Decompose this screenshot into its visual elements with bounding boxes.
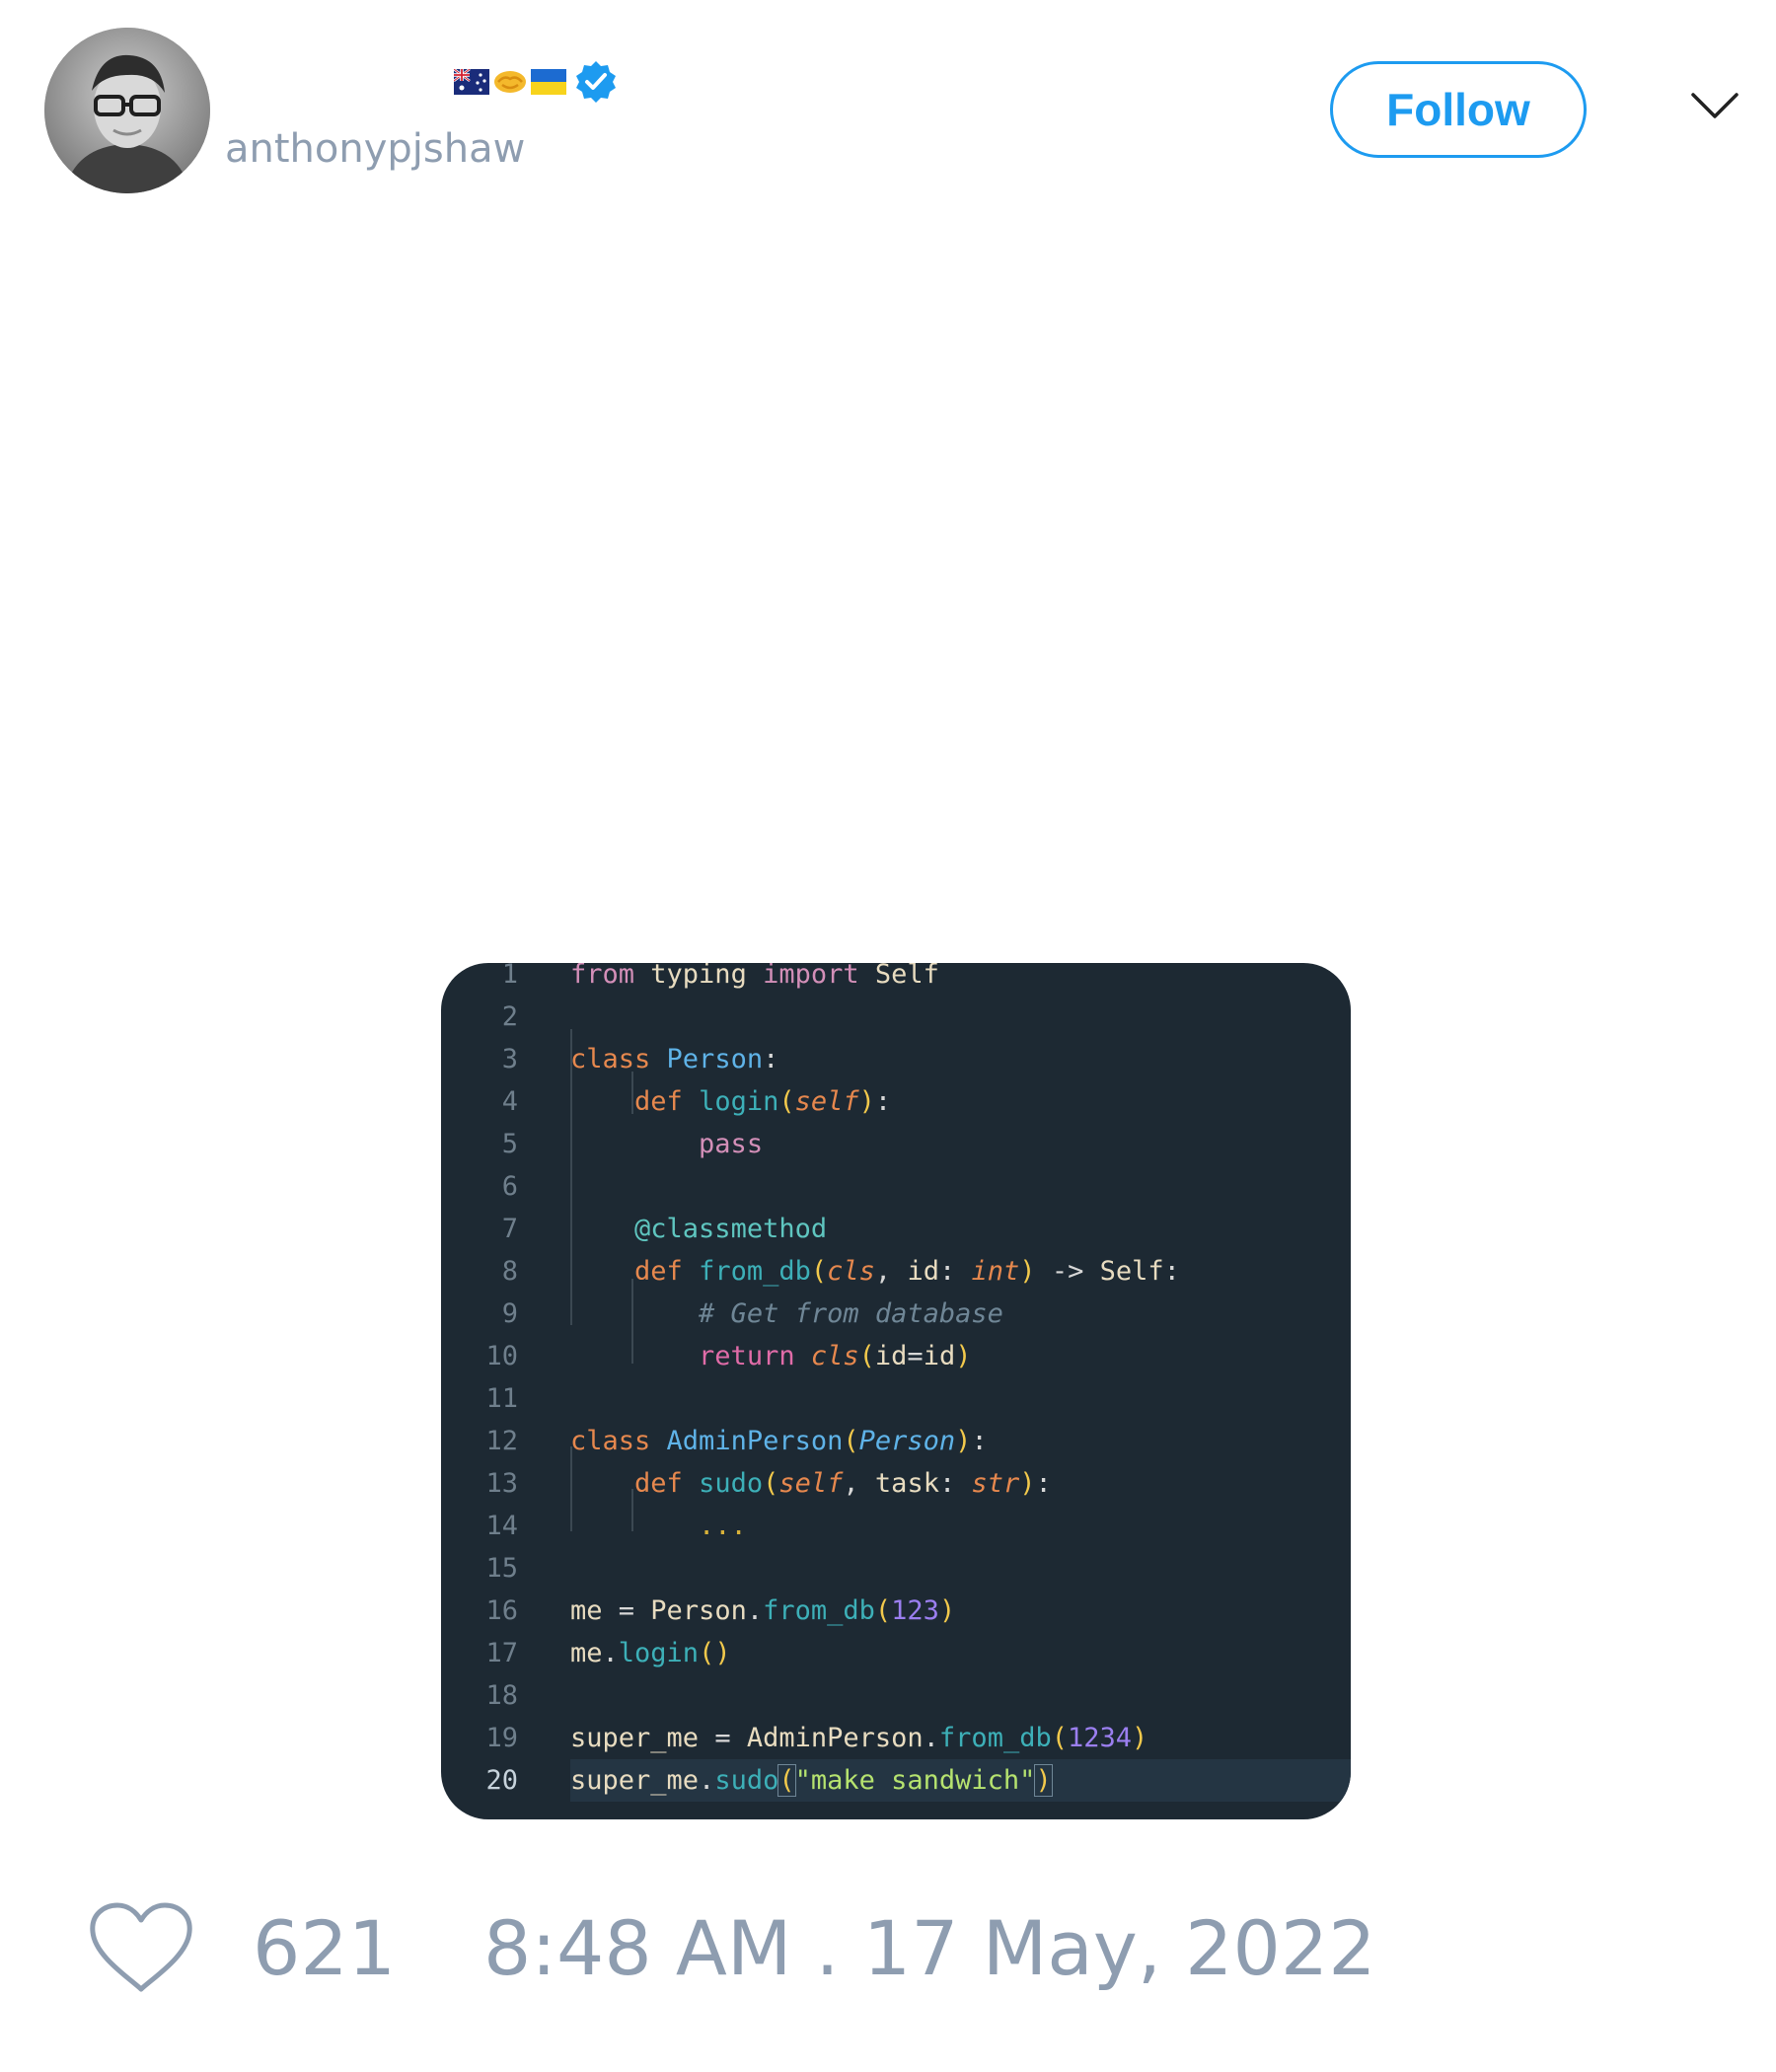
code-screenshot: 1 from typing import Self 2 3 class Pers… — [441, 963, 1351, 1819]
code-line: 19 super_me = AdminPerson.from_db(1234) — [441, 1717, 1351, 1759]
code-line-active: 20 super_me.sudo("make sandwich") — [441, 1759, 1351, 1802]
line-number: 2 — [501, 1001, 518, 1032]
display-name-badges — [454, 57, 619, 107]
line-number: 4 — [501, 1086, 518, 1117]
line-number: 7 — [501, 1214, 518, 1244]
code-text: me.login() — [570, 1638, 731, 1668]
code-text: super_me.sudo("make sandwich") — [570, 1764, 1053, 1797]
code-text: # Get from database — [699, 1298, 1003, 1329]
code-text: def from_db(cls, id: int) -> Self: — [634, 1256, 1180, 1287]
code-line: 6 — [441, 1165, 1351, 1208]
line-number: 11 — [485, 1383, 518, 1414]
code-text: def login(self): — [634, 1086, 892, 1117]
line-number: 1 — [501, 963, 518, 990]
heart-icon[interactable] — [89, 1902, 193, 1993]
line-number: 18 — [485, 1680, 518, 1711]
line-number: 19 — [485, 1723, 518, 1753]
chevron-down-icon[interactable] — [1689, 89, 1740, 122]
ukraine-flag-icon — [531, 69, 566, 95]
code-line: 3 class Person: — [441, 1038, 1351, 1080]
line-number: 5 — [501, 1129, 518, 1159]
avatar[interactable] — [44, 28, 210, 193]
line-number: 12 — [485, 1426, 518, 1456]
code-line: 4 def login(self): — [441, 1080, 1351, 1123]
tweet-timestamp[interactable]: 8:48 AM . 17 May, 2022 — [483, 1904, 1376, 1992]
code-line: 1 from typing import Self — [441, 963, 1351, 996]
code-text: def sudo(self, task: str): — [634, 1468, 1052, 1499]
handshake-icon — [494, 71, 526, 93]
code-line: 7 @classmethod — [441, 1208, 1351, 1250]
code-line: 10 return cls(id=id) — [441, 1335, 1351, 1377]
code-line: 13 def sudo(self, task: str): — [441, 1462, 1351, 1505]
code-line: 15 — [441, 1547, 1351, 1590]
line-number: 6 — [501, 1171, 518, 1202]
code-line: 8 def from_db(cls, id: int) -> Self: — [441, 1250, 1351, 1293]
code-line: 9 # Get from database — [441, 1293, 1351, 1335]
line-number: 9 — [501, 1298, 518, 1329]
code-line: 18 — [441, 1674, 1351, 1717]
code-line: 2 — [441, 996, 1351, 1038]
author-handle[interactable]: anthonypjshaw — [225, 126, 525, 172]
line-number: 10 — [485, 1341, 518, 1371]
verified-badge-icon — [576, 61, 616, 103]
code-line: 11 — [441, 1377, 1351, 1420]
line-number: 3 — [501, 1044, 518, 1074]
line-number: 14 — [485, 1511, 518, 1541]
line-number: 15 — [485, 1553, 518, 1584]
line-number: 8 — [501, 1256, 518, 1287]
australia-flag-icon — [454, 69, 489, 95]
line-number: 20 — [485, 1765, 518, 1796]
code-text: ... — [699, 1511, 747, 1541]
code-line: 14 ... — [441, 1505, 1351, 1547]
code-text: from typing import Self — [570, 963, 939, 990]
line-number: 17 — [485, 1638, 518, 1668]
tweet-header: anthonypjshaw Follow — [0, 0, 1776, 217]
code-text: me = Person.from_db(123) — [570, 1595, 956, 1626]
code-text: class AdminPerson(Person): — [570, 1426, 988, 1456]
code-text: return cls(id=id) — [699, 1341, 972, 1371]
code-line: 5 pass — [441, 1123, 1351, 1165]
line-number: 13 — [485, 1468, 518, 1499]
code-line: 17 me.login() — [441, 1632, 1351, 1674]
follow-button[interactable]: Follow — [1330, 61, 1587, 158]
code-text: pass — [699, 1129, 764, 1159]
code-line: 12 class AdminPerson(Person): — [441, 1420, 1351, 1462]
like-count: 621 — [253, 1904, 397, 1992]
code-line: 16 me = Person.from_db(123) — [441, 1590, 1351, 1632]
line-number: 16 — [485, 1595, 518, 1626]
code-text: super_me = AdminPerson.from_db(1234) — [570, 1723, 1148, 1753]
code-text: class Person: — [570, 1044, 779, 1074]
code-text: @classmethod — [634, 1214, 828, 1244]
